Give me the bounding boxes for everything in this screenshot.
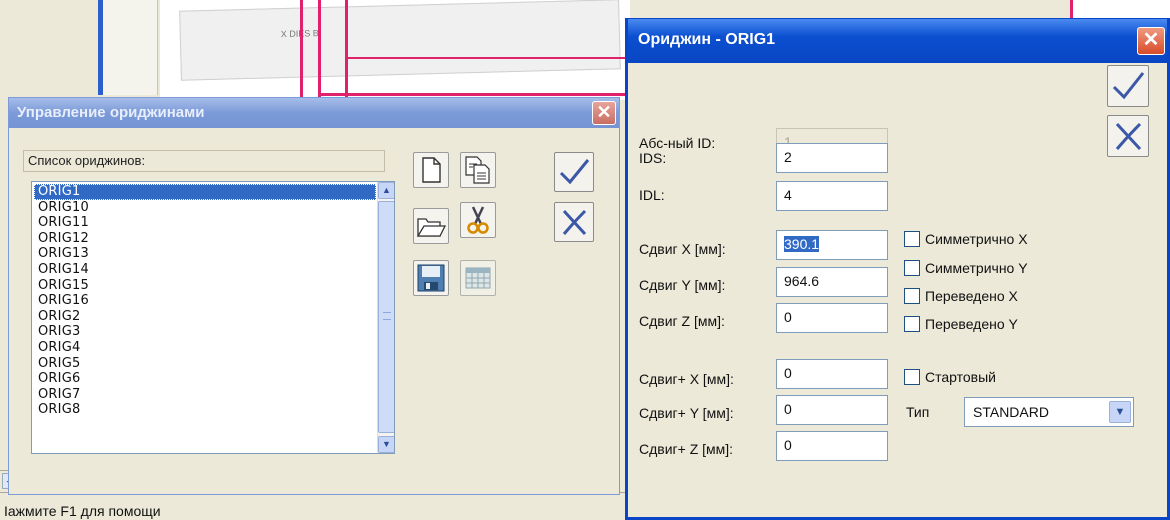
list-item[interactable]: ORIG15 [34, 278, 376, 294]
shift-plus-x-field[interactable]: 0 [776, 359, 888, 389]
list-item[interactable]: ORIG10 [34, 200, 376, 216]
list-item[interactable]: ORIG12 [34, 231, 376, 247]
checkbox-label: Переведено X [925, 288, 1018, 304]
checkbox-box[interactable] [904, 316, 920, 332]
list-item[interactable]: ORIG8 [34, 402, 376, 418]
drawing-canvas-right [1070, 0, 1170, 20]
drawing-line [300, 0, 303, 97]
ok-button[interactable] [554, 152, 594, 192]
list-item[interactable]: ORIG3 [34, 324, 376, 340]
list-item[interactable]: ORIG14 [34, 262, 376, 278]
chevron-down-icon[interactable]: ▼ [1109, 401, 1131, 423]
type-select-value: STANDARD [973, 404, 1049, 420]
app-side-panel [103, 0, 158, 95]
origin-dialog: Ориджин - ORIG1 ✕ Абс-ный ID: 1 IDS: 2 I… [625, 18, 1170, 520]
idl-label: IDL: [639, 187, 665, 203]
shift-plus-y-field[interactable]: 0 [776, 395, 888, 425]
drawing-line [318, 0, 321, 97]
checkmark-icon [559, 159, 590, 185]
checkbox-label: Переведено Y [925, 316, 1018, 332]
shift-x-value: 390.1 [784, 236, 820, 252]
window-title: Управление ориджинами [17, 104, 205, 121]
list-item[interactable]: ORIG1 [34, 184, 376, 200]
cut-origin-button[interactable] [460, 202, 496, 238]
cancel-cross-icon [1115, 122, 1142, 151]
close-button[interactable]: ✕ [1137, 27, 1165, 55]
drawing-canvas[interactable]: X DIES B [160, 0, 630, 100]
start-checkbox[interactable]: Стартовый [904, 369, 996, 385]
shift-plus-x-label: Сдвиг+ X [мм]: [639, 371, 734, 387]
origins-manager-window: Управление ориджинами ✕ Список ориджинов… [8, 97, 620, 495]
table-button[interactable] [460, 260, 496, 296]
list-item[interactable]: ORIG11 [34, 215, 376, 231]
abs-id-label: Абс-ный ID: [639, 135, 716, 151]
cancel-cross-icon [562, 209, 587, 236]
new-origin-button[interactable] [413, 152, 449, 188]
drawing-line [345, 57, 630, 59]
symmetric-x-checkbox[interactable]: Симметрично X [904, 231, 1028, 247]
drawing-line [1070, 0, 1073, 20]
list-caption: Список ориджинов: [23, 150, 385, 172]
checkbox-label: Симметрично X [925, 231, 1028, 247]
open-folder-icon [416, 218, 446, 237]
drawing-line [345, 0, 348, 97]
scroll-down-button[interactable]: ▼ [378, 436, 394, 453]
list-item[interactable]: ORIG6 [34, 371, 376, 387]
shift-plus-z-field[interactable]: 0 [776, 431, 888, 461]
open-origin-button[interactable] [413, 208, 449, 244]
status-text: Іажмите F1 для помощи [4, 503, 161, 519]
save-disk-icon [417, 264, 445, 292]
checkbox-box[interactable] [904, 231, 920, 247]
checkbox-box[interactable] [904, 369, 920, 385]
table-grid-icon [465, 267, 491, 289]
checkbox-label: Симметрично Y [925, 260, 1028, 276]
shift-x-label: Сдвиг X [мм]: [639, 241, 726, 257]
titlebar[interactable]: Управление ориджинами [9, 98, 619, 128]
checkbox-box[interactable] [904, 288, 920, 304]
ids-label: IDS: [639, 150, 667, 166]
new-document-icon [422, 157, 441, 183]
cancel-button[interactable] [554, 202, 594, 242]
ids-field[interactable]: 2 [776, 143, 888, 173]
ok-button[interactable] [1107, 65, 1149, 107]
cancel-button[interactable] [1107, 115, 1149, 157]
shift-plus-y-label: Сдвиг+ Y [мм]: [639, 405, 734, 421]
shift-plus-z-label: Сдвиг+ Z [мм]: [639, 441, 734, 457]
status-bar: Іажмите F1 для помощи [0, 492, 625, 520]
type-label: Тип [906, 404, 930, 420]
origins-list: ORIG1 ORIG10 ORIG11 ORIG12 ORIG13 ORIG14 ORIG1… [34, 184, 376, 418]
copy-origin-button[interactable] [460, 152, 496, 188]
shift-y-field[interactable]: 964.6 [776, 267, 888, 297]
shift-x-field[interactable]: 390.1 [776, 230, 888, 260]
list-item[interactable]: ORIG4 [34, 340, 376, 356]
checkbox-label: Стартовый [925, 369, 996, 385]
list-item[interactable]: ORIG7 [34, 387, 376, 403]
list-item[interactable]: ORIG5 [34, 356, 376, 372]
translated-y-checkbox[interactable]: Переведено Y [904, 316, 1018, 332]
scroll-thumb[interactable] [378, 201, 394, 433]
drawing-sheet: X DIES B [179, 0, 621, 81]
shift-z-label: Сдвиг Z [мм]: [639, 313, 725, 329]
scroll-up-button[interactable]: ▲ [378, 182, 394, 199]
save-origin-button[interactable] [413, 260, 449, 296]
checkmark-icon [1112, 72, 1145, 100]
cut-scissors-icon [467, 206, 489, 234]
list-item[interactable]: ORIG2 [34, 309, 376, 325]
drawing-line [318, 93, 630, 96]
translated-x-checkbox[interactable]: Переведено X [904, 288, 1018, 304]
shift-y-label: Сдвиг Y [мм]: [639, 277, 726, 293]
shift-z-field[interactable]: 0 [776, 303, 888, 333]
list-vertical-scrollbar[interactable]: ▲ ▼ [377, 182, 394, 453]
list-item[interactable]: ORIG13 [34, 246, 376, 262]
copy-document-icon [465, 156, 490, 184]
idl-field[interactable]: 4 [776, 181, 888, 211]
checkbox-box[interactable] [904, 260, 920, 276]
list-item[interactable]: ORIG16 [34, 293, 376, 309]
titlebar[interactable]: Ориджин - ORIG1 [628, 19, 1167, 63]
origins-listbox[interactable]: ORIG1 ORIG10 ORIG11 ORIG12 ORIG13 ORIG14 ORIG1… [31, 181, 395, 454]
dialog-title: Ориджин - ORIG1 [638, 31, 776, 48]
close-button[interactable]: ✕ [592, 101, 616, 125]
symmetric-y-checkbox[interactable]: Симметрично Y [904, 260, 1028, 276]
type-select[interactable]: STANDARD ▼ [964, 397, 1134, 427]
